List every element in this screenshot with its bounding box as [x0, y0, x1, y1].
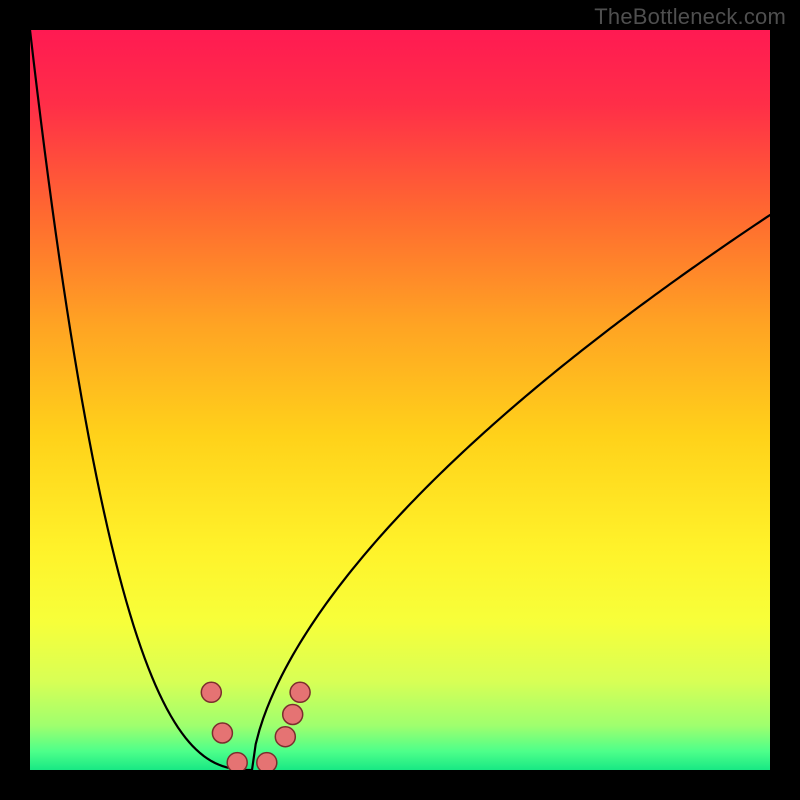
- data-marker: [201, 682, 221, 702]
- gradient-background: [30, 30, 770, 770]
- data-marker: [283, 705, 303, 725]
- data-marker: [257, 753, 277, 770]
- data-marker: [212, 723, 232, 743]
- bottleneck-chart: [30, 30, 770, 770]
- data-marker: [290, 682, 310, 702]
- watermark-text: TheBottleneck.com: [594, 4, 786, 30]
- data-marker: [275, 727, 295, 747]
- data-marker: [227, 753, 247, 770]
- chart-frame: TheBottleneck.com: [0, 0, 800, 800]
